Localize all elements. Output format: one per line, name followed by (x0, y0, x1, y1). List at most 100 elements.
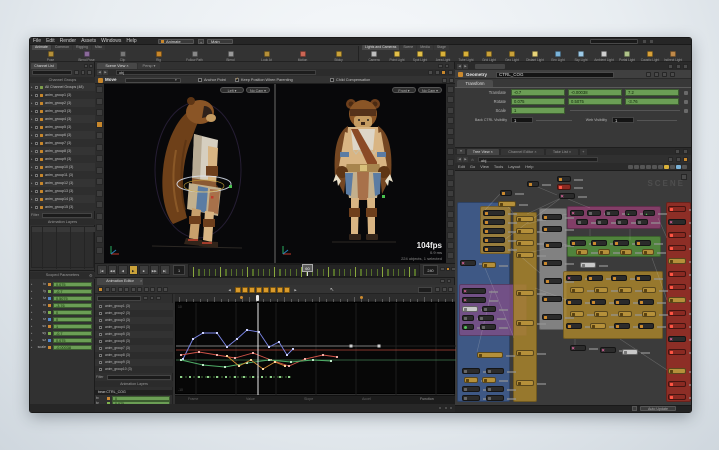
vis-field-0[interactable]: 1 (511, 117, 533, 123)
menu-render[interactable]: Render (60, 38, 76, 45)
shelf-tool-point-light[interactable]: Point Light (387, 51, 407, 62)
network-node[interactable]: × (462, 297, 486, 303)
anim-group-row[interactable]: anim_group3 (3) (95, 317, 173, 324)
network-node[interactable] (605, 210, 619, 216)
network-node[interactable] (668, 310, 686, 316)
network-node[interactable] (544, 242, 562, 248)
network-node[interactable]: × (570, 210, 584, 216)
network-node[interactable] (462, 368, 480, 374)
viewport-tool-icon[interactable] (96, 167, 103, 174)
viewport-tool-icon[interactable] (96, 236, 103, 243)
group-checkbox[interactable] (35, 166, 38, 169)
network-path-icon[interactable] (676, 157, 681, 162)
update-mode-icon[interactable] (632, 406, 637, 411)
network-node[interactable]: ▲ (643, 210, 655, 216)
shelf-tool-spot-light[interactable]: Spot Light (410, 51, 430, 62)
network-node[interactable] (483, 219, 505, 225)
anim-group-checkbox[interactable] (99, 361, 102, 364)
scoped-channel-value[interactable]: 0.075 (53, 338, 92, 344)
network-node[interactable] (591, 240, 607, 246)
net-menu-view[interactable]: View (480, 163, 489, 171)
front-view-cam-button[interactable]: Front ▾ (392, 87, 416, 93)
network-node[interactable] (590, 323, 606, 329)
net-home-icon[interactable]: ⌂ (470, 157, 475, 162)
anim-footer-icon[interactable] (449, 406, 453, 410)
channel-group-row[interactable]: ▸anim_group7 (3) (30, 139, 95, 147)
keyframe-button[interactable] (277, 287, 283, 293)
network-node[interactable] (613, 240, 629, 246)
menu-assets[interactable]: Assets (81, 38, 96, 45)
shelf-tab-2[interactable]: Rigging (73, 45, 91, 50)
network-node[interactable] (544, 278, 562, 284)
graph-footer-label-1[interactable]: Value (246, 395, 296, 404)
network-node[interactable] (668, 271, 686, 277)
network-node[interactable]: × (559, 193, 575, 199)
anim-group-checkbox[interactable] (99, 354, 102, 357)
viewport-tool-icon[interactable] (96, 213, 103, 220)
channel-group-row[interactable]: ▸anim_group1 (3) (30, 91, 95, 99)
display-option-icon[interactable] (447, 96, 454, 103)
param-pane-icon[interactable] (676, 64, 681, 69)
anim-group-row[interactable]: anim_group2 (3) (95, 310, 173, 317)
network-node[interactable] (570, 240, 586, 246)
network-node[interactable] (668, 323, 686, 329)
network-node[interactable] (668, 206, 686, 212)
display-option-icon[interactable] (447, 200, 454, 207)
display-option-icon[interactable] (447, 107, 454, 114)
transport-1[interactable]: ◀◀ (108, 265, 118, 275)
group-checkbox[interactable] (35, 110, 38, 113)
back-arrow-icon[interactable]: ◀ (97, 70, 102, 75)
scoped-gear-icon[interactable]: ⚙ (89, 274, 93, 278)
ruler-playhead-handle[interactable] (256, 295, 259, 301)
channel-group-row[interactable]: ▸anim_group4 (3) (30, 115, 95, 123)
group-checkbox[interactable] (35, 206, 38, 209)
channel-search-input[interactable] (32, 70, 72, 75)
network-node[interactable] (486, 395, 504, 401)
channel-group-row[interactable]: ▸anim_group9 (3) (30, 155, 95, 163)
vis-slider-1[interactable] (637, 120, 677, 121)
network-toolbar-icon[interactable] (628, 165, 633, 170)
network-node[interactable] (594, 287, 608, 293)
network-node[interactable] (611, 275, 627, 281)
display-option-icon[interactable] (447, 190, 454, 197)
shelf-tool-grid-light[interactable]: Grid Light (479, 51, 499, 62)
filter-input[interactable] (42, 213, 92, 218)
playbar-option-icon[interactable] (440, 267, 445, 272)
menu-edit[interactable]: Edit (46, 38, 55, 45)
group-checkbox[interactable] (35, 150, 38, 153)
transport-2[interactable]: ◀ (118, 265, 128, 275)
key-prev-icon[interactable]: ◀ (227, 288, 232, 293)
anim-group-checkbox[interactable] (99, 305, 102, 308)
playbar-start-field[interactable]: 1 (173, 265, 185, 275)
forward-arrow-icon[interactable]: ▶ (103, 70, 108, 75)
network-path-icon[interactable] (668, 157, 673, 162)
anim-search-input[interactable] (97, 296, 141, 301)
net-menu-tools[interactable]: Tools (494, 163, 503, 171)
network-node[interactable]: × (462, 288, 486, 294)
network-toolbar-icon[interactable] (634, 165, 639, 170)
net-menu-edit[interactable]: Edit (458, 163, 465, 171)
keyframe-button[interactable] (263, 287, 269, 293)
graph-footer-label-0[interactable]: Frame (188, 395, 238, 404)
network-node[interactable] (557, 176, 571, 182)
anim-field-a[interactable] (418, 287, 432, 293)
front-view-nocam-button[interactable]: No Cam ▾ (418, 87, 442, 93)
shelf-tab-r0[interactable]: Lights and Cameras (362, 45, 399, 50)
anim-group-row[interactable]: anim_group6 (3) (95, 338, 173, 345)
graph-footer-label-3[interactable]: Accel (362, 395, 412, 404)
viewport-tool-icon[interactable] (96, 86, 103, 93)
playbar-option-icon[interactable] (446, 267, 451, 272)
channel-pane-icon[interactable] (84, 64, 88, 68)
network-node[interactable] (668, 258, 686, 264)
channel-search-icon[interactable] (87, 70, 92, 75)
anim-tool-icon[interactable] (98, 287, 103, 292)
anim-pane-icon[interactable] (447, 279, 452, 284)
graph-plot[interactable]: 10-10 (175, 302, 455, 394)
take-selector[interactable]: Main (207, 39, 233, 44)
translate-field-2[interactable]: 7.2 (625, 89, 679, 96)
anim-search-icon[interactable] (156, 296, 161, 301)
anim-group-checkbox[interactable] (99, 312, 102, 315)
network-node[interactable] (587, 210, 601, 216)
viewport-tool-icon[interactable] (96, 201, 103, 208)
viewport-path-icon[interactable] (448, 70, 453, 75)
